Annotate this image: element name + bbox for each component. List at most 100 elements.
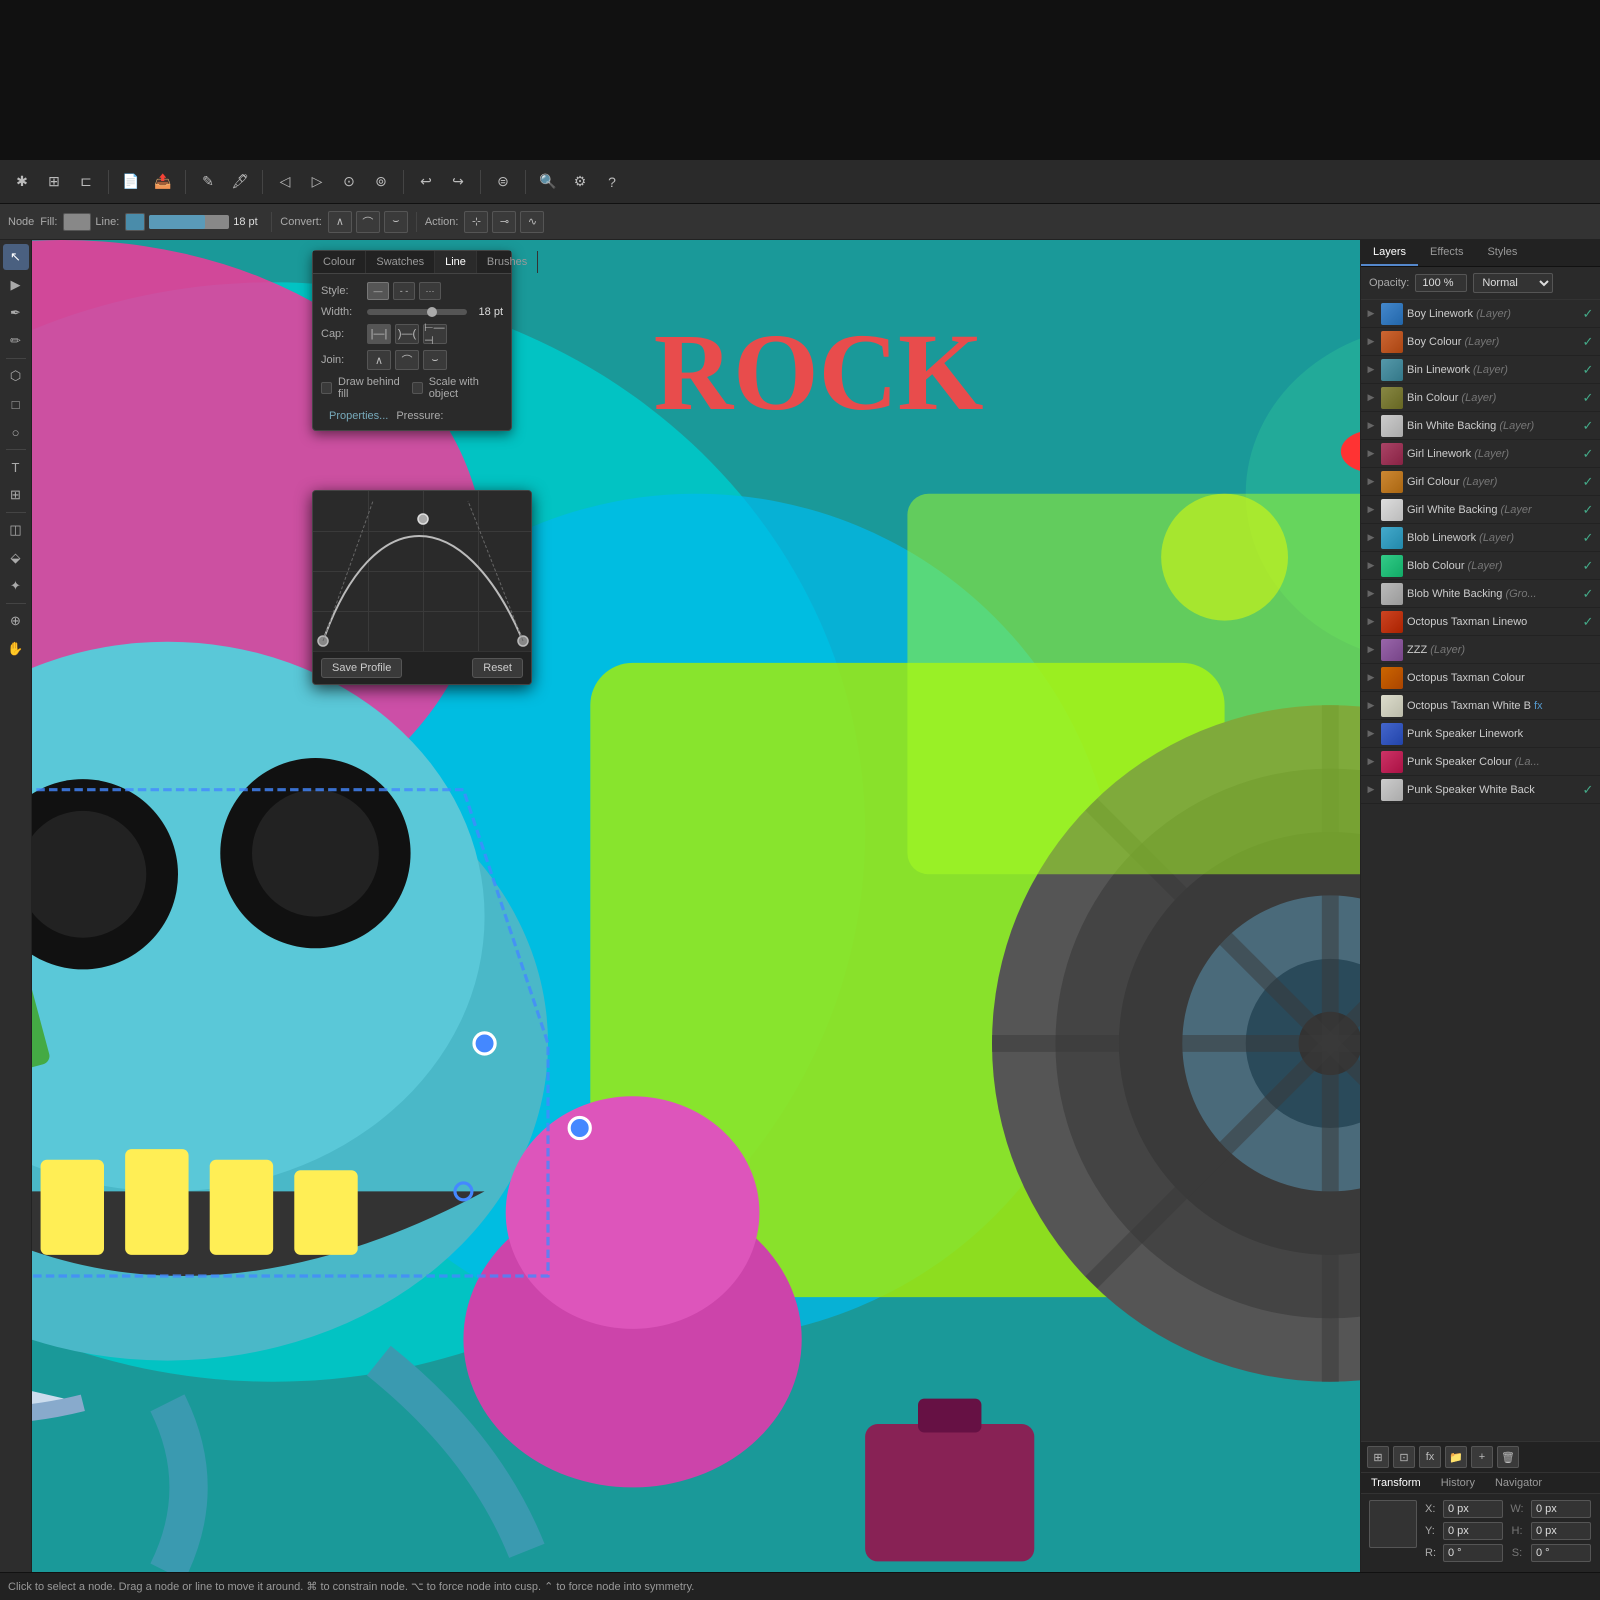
menu-icon-node[interactable]: ✱: [8, 168, 36, 196]
menu-icon-persona2[interactable]: 🖋: [226, 168, 254, 196]
save-profile-button[interactable]: Save Profile: [321, 658, 402, 678]
layer-expand-5[interactable]: ▶: [1365, 420, 1377, 432]
tool-table[interactable]: ⊞: [3, 482, 29, 508]
layer-expand-13[interactable]: ▶: [1365, 644, 1377, 656]
tab-swatches[interactable]: Swatches: [366, 251, 435, 273]
reset-button[interactable]: Reset: [472, 658, 523, 678]
draw-behind-checkbox[interactable]: [321, 382, 332, 394]
join-btn-bevel[interactable]: ⌣: [423, 350, 447, 370]
line-swatch[interactable]: [125, 213, 145, 231]
tool-node[interactable]: ↖: [3, 244, 29, 270]
width-slider[interactable]: [367, 309, 467, 315]
layer-item-blob-colour[interactable]: ▶ Blob Colour (Layer) ✓: [1361, 552, 1600, 580]
r-input[interactable]: [1443, 1544, 1503, 1562]
layer-vis-9[interactable]: ✓: [1580, 530, 1596, 546]
layer-item-boy-linework[interactable]: ▶ Boy Linework (Layer) ✓: [1361, 300, 1600, 328]
convert-btn-1[interactable]: ∧: [328, 211, 352, 233]
line-width-slider[interactable]: [149, 215, 229, 229]
layer-item-bin-linework[interactable]: ▶ Bin Linework (Layer) ✓: [1361, 356, 1600, 384]
tool-pen[interactable]: ✒: [3, 300, 29, 326]
menu-icon-doc[interactable]: 📄: [117, 168, 145, 196]
cap-btn-butt[interactable]: |—|: [367, 324, 391, 344]
tool-text[interactable]: T: [3, 454, 29, 480]
tab-styles[interactable]: Styles: [1475, 240, 1529, 266]
tool-pan[interactable]: ✋: [3, 636, 29, 662]
layer-vis-10[interactable]: ✓: [1580, 558, 1596, 574]
layer-item-girl-colour[interactable]: ▶ Girl Colour (Layer) ✓: [1361, 468, 1600, 496]
fill-swatch[interactable]: [63, 213, 91, 231]
layer-vis-17[interactable]: [1580, 754, 1596, 770]
action-btn-2[interactable]: ⊸: [492, 211, 516, 233]
style-btn-dotted[interactable]: ···: [419, 282, 441, 300]
menu-icon-align[interactable]: ⊜: [489, 168, 517, 196]
layer-vis-2[interactable]: ✓: [1580, 334, 1596, 350]
tab-transform[interactable]: Transform: [1361, 1473, 1431, 1493]
menu-icon-export[interactable]: 📤: [149, 168, 177, 196]
tool-shape[interactable]: ⬡: [3, 363, 29, 389]
menu-icon-zoom[interactable]: 🔍: [534, 168, 562, 196]
tab-effects[interactable]: Effects: [1418, 240, 1475, 266]
menu-icon-view2[interactable]: ▷: [303, 168, 331, 196]
cap-btn-square[interactable]: ⊢—⊣: [423, 324, 447, 344]
blend-mode-select[interactable]: Normal Multiply Screen Overlay: [1473, 273, 1553, 293]
canvas-area[interactable]: $ MRTAXM: [32, 240, 1360, 1572]
layer-item-blob-linework[interactable]: ▶ Blob Linework (Layer) ✓: [1361, 524, 1600, 552]
tool-pencil[interactable]: ✏: [3, 328, 29, 354]
menu-icon-undo[interactable]: ↩: [412, 168, 440, 196]
layer-item-girl-linework[interactable]: ▶ Girl Linework (Layer) ✓: [1361, 440, 1600, 468]
layer-expand-9[interactable]: ▶: [1365, 532, 1377, 544]
layer-expand-17[interactable]: ▶: [1365, 756, 1377, 768]
tab-line[interactable]: Line: [435, 251, 477, 273]
tool-crop[interactable]: ✦: [3, 573, 29, 599]
layer-expand-18[interactable]: ▶: [1365, 784, 1377, 796]
layer-expand-7[interactable]: ▶: [1365, 476, 1377, 488]
tab-colour[interactable]: Colour: [313, 251, 366, 273]
layer-expand-12[interactable]: ▶: [1365, 616, 1377, 628]
layer-expand-10[interactable]: ▶: [1365, 560, 1377, 572]
menu-icon-settings[interactable]: ⚙: [566, 168, 594, 196]
panel-footer-fx[interactable]: fx: [1419, 1446, 1441, 1468]
layer-expand-11[interactable]: ▶: [1365, 588, 1377, 600]
panel-footer-folder[interactable]: 📁: [1445, 1446, 1467, 1468]
layer-vis-16[interactable]: [1580, 726, 1596, 742]
tool-ellipse[interactable]: ○: [3, 419, 29, 445]
layer-vis-8[interactable]: ✓: [1580, 502, 1596, 518]
cap-btn-round[interactable]: )—(: [395, 324, 419, 344]
y-input[interactable]: [1443, 1522, 1503, 1540]
join-btn-miter[interactable]: ∧: [367, 350, 391, 370]
layer-item-octopus-white[interactable]: ▶ Octopus Taxman White B fx: [1361, 692, 1600, 720]
layer-vis-1[interactable]: ✓: [1580, 306, 1596, 322]
tool-zoom[interactable]: ⊕: [3, 608, 29, 634]
menu-icon-grid[interactable]: ⊞: [40, 168, 68, 196]
menu-icon-help[interactable]: ?: [598, 168, 626, 196]
join-btn-round[interactable]: ⌒: [395, 350, 419, 370]
tool-paint[interactable]: ⬙: [3, 545, 29, 571]
layer-item-bin-white-backing[interactable]: ▶ Bin White Backing (Layer) ✓: [1361, 412, 1600, 440]
layer-item-octopus-linework[interactable]: ▶ Octopus Taxman Linewo ✓: [1361, 608, 1600, 636]
layer-vis-15[interactable]: [1580, 698, 1596, 714]
layer-expand-16[interactable]: ▶: [1365, 728, 1377, 740]
menu-icon-view1[interactable]: ◁: [271, 168, 299, 196]
layer-vis-13[interactable]: [1580, 642, 1596, 658]
menu-icon-redo[interactable]: ↪: [444, 168, 472, 196]
layer-item-girl-white-backing[interactable]: ▶ Girl White Backing (Layer ✓: [1361, 496, 1600, 524]
layer-expand-3[interactable]: ▶: [1365, 364, 1377, 376]
layer-vis-3[interactable]: ✓: [1580, 362, 1596, 378]
layer-item-boy-colour[interactable]: ▶ Boy Colour (Layer) ✓: [1361, 328, 1600, 356]
menu-icon-view4[interactable]: ⊚: [367, 168, 395, 196]
menu-icon-share[interactable]: ⊏: [72, 168, 100, 196]
pressure-graph[interactable]: [313, 491, 532, 651]
layer-item-octopus-colour[interactable]: ▶ Octopus Taxman Colour: [1361, 664, 1600, 692]
action-btn-1[interactable]: ⊹: [464, 211, 488, 233]
layer-vis-14[interactable]: [1580, 670, 1596, 686]
properties-link[interactable]: Properties...: [329, 410, 388, 422]
s-input[interactable]: [1531, 1544, 1591, 1562]
layer-expand-15[interactable]: ▶: [1365, 700, 1377, 712]
layer-item-punk-white-back[interactable]: ▶ Punk Speaker White Back ✓: [1361, 776, 1600, 804]
layer-item-blob-white-backing[interactable]: ▶ Blob White Backing (Gro... ✓: [1361, 580, 1600, 608]
convert-btn-2[interactable]: ⌒: [356, 211, 380, 233]
layer-vis-5[interactable]: ✓: [1580, 418, 1596, 434]
panel-footer-add[interactable]: +: [1471, 1446, 1493, 1468]
menu-icon-persona1[interactable]: ✎: [194, 168, 222, 196]
tab-brushes[interactable]: Brushes: [477, 251, 538, 273]
